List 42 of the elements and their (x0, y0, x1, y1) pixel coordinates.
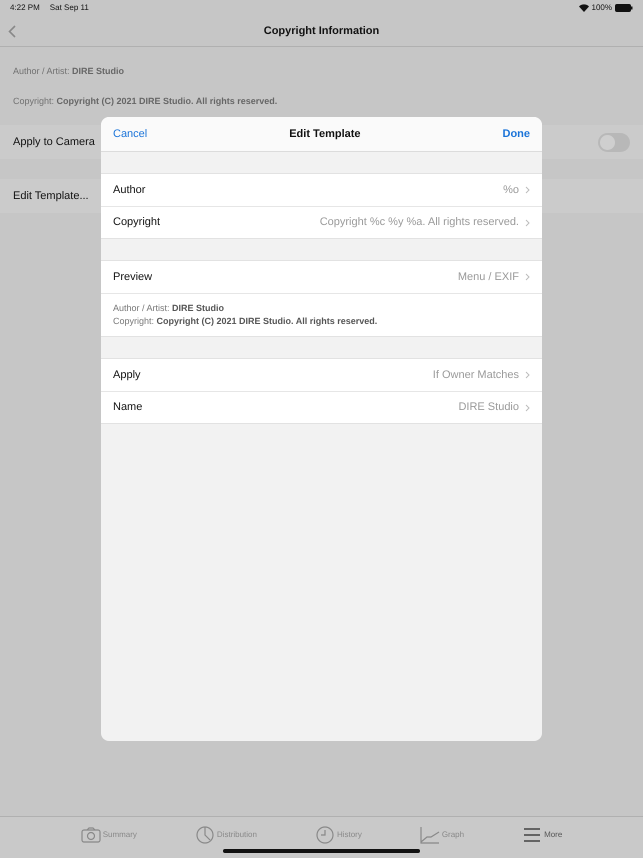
row-value: DIRE Studio (458, 400, 519, 416)
done-button[interactable]: Done (502, 126, 530, 142)
settings-row[interactable]: Preview Menu / EXIF (101, 261, 542, 293)
preview-text: Author / Artist: DIRE Studio (113, 302, 226, 315)
clock-icon (314, 826, 335, 844)
row-label: Apply (113, 368, 141, 383)
camera-icon (80, 826, 101, 844)
info-text: Copyright: Copyright (C) 2021 DIRE Studio. All rights reserved. (13, 94, 278, 108)
row-label: Author (113, 182, 146, 198)
line-graph-icon (420, 826, 440, 844)
info-text: Author / Artist: DIRE Studio (13, 65, 126, 78)
battery-icon (615, 4, 633, 12)
row-label: Copyright (113, 215, 160, 230)
chevron-icon (525, 404, 530, 412)
back-icon[interactable] (8, 24, 16, 38)
sheet-title: Edit Template (289, 126, 361, 142)
row-value: %o (503, 182, 519, 198)
chevron-icon (525, 186, 530, 194)
cancel-button[interactable]: Cancel (113, 126, 148, 142)
row-value: Menu / EXIF (458, 270, 519, 285)
tab-item[interactable]: More (522, 826, 562, 844)
status-date: Sat Sep 11 (50, 2, 89, 14)
row-label: Name (113, 400, 142, 416)
preview-text: Copyright: Copyright (C) 2021 DIRE Studio. All rights reserved. (113, 315, 378, 328)
settings-row[interactable]: Name DIRE Studio (101, 391, 542, 423)
row-value: If Owner Matches (432, 368, 519, 383)
page-title: Copyright Information (264, 24, 380, 39)
menu-icon (522, 826, 542, 844)
row-label: Apply to Camera (13, 134, 95, 150)
settings-row[interactable]: Apply If Owner Matches (101, 359, 542, 391)
wifi-icon (578, 4, 589, 12)
chevron-icon (525, 218, 530, 226)
pie-chart-icon (194, 826, 215, 844)
battery-percent: 100% (592, 2, 612, 14)
chevron-icon (525, 371, 530, 379)
settings-row[interactable]: Author %o (101, 174, 542, 206)
row-label: Edit Template... (13, 188, 89, 204)
row-value: Copyright %c %y %a. All rights reserved. (320, 215, 519, 230)
chevron-icon (525, 273, 530, 281)
settings-row[interactable]: Copyright Copyright %c %y %a. All rights reserved. (101, 206, 542, 238)
status-time: 4:22 PM (10, 2, 40, 14)
row-label: Preview (113, 270, 152, 285)
